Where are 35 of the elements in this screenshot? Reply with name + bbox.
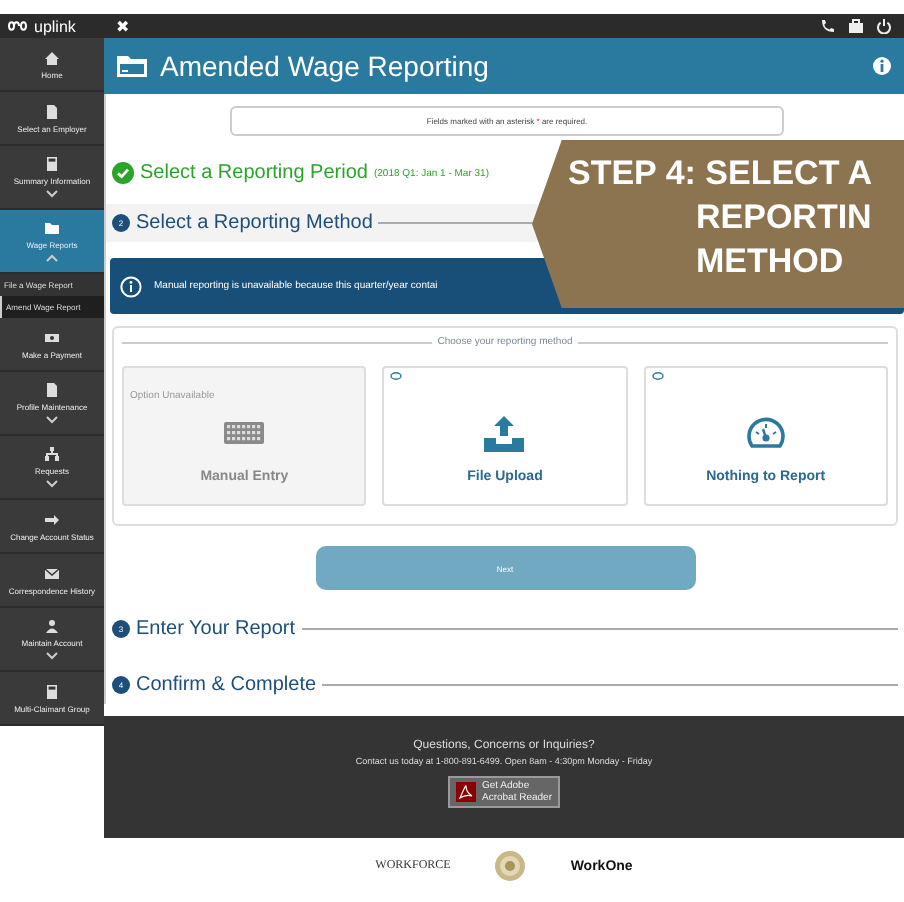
gauge-icon <box>745 415 786 451</box>
uplink-logo: uplink <box>0 14 104 38</box>
radio-icon <box>390 372 403 380</box>
briefcase-icon <box>848 18 864 34</box>
callout-text: REPORTIN <box>694 196 874 240</box>
page-title: Amended Wage Reporting <box>160 50 491 82</box>
users-icon <box>44 618 60 634</box>
callout-text: METHOD <box>694 240 846 284</box>
folder-icon <box>116 54 148 78</box>
house-icon <box>44 49 60 65</box>
folder-icon <box>44 220 60 236</box>
infinity-icon <box>8 20 32 32</box>
document-icon <box>44 382 60 398</box>
step-title: Confirm & Complete <box>136 674 317 696</box>
step-title: Select a Reporting Method <box>136 212 373 234</box>
callout-text: STEP 4: SELECT A <box>568 152 875 196</box>
keyboard-icon <box>224 422 265 444</box>
calculator-icon <box>44 683 60 699</box>
step-title: Enter Your Report <box>136 618 295 640</box>
upload-icon <box>484 415 525 451</box>
document-icon <box>44 103 60 119</box>
step-title: Select a Reporting Period <box>140 162 368 184</box>
phone-icon <box>820 18 836 34</box>
radio-icon <box>651 372 664 380</box>
pdf-icon <box>455 782 476 802</box>
arrow-icon <box>44 511 60 527</box>
calculator-icon <box>44 156 60 172</box>
info-icon <box>872 56 892 76</box>
hierarchy-icon <box>44 446 60 462</box>
seal-icon <box>494 850 527 882</box>
info-icon <box>120 275 142 297</box>
envelope-icon <box>44 565 60 581</box>
banknote-icon <box>44 329 60 345</box>
close-button[interactable]: ✖ <box>116 17 130 35</box>
power-icon <box>876 18 892 34</box>
